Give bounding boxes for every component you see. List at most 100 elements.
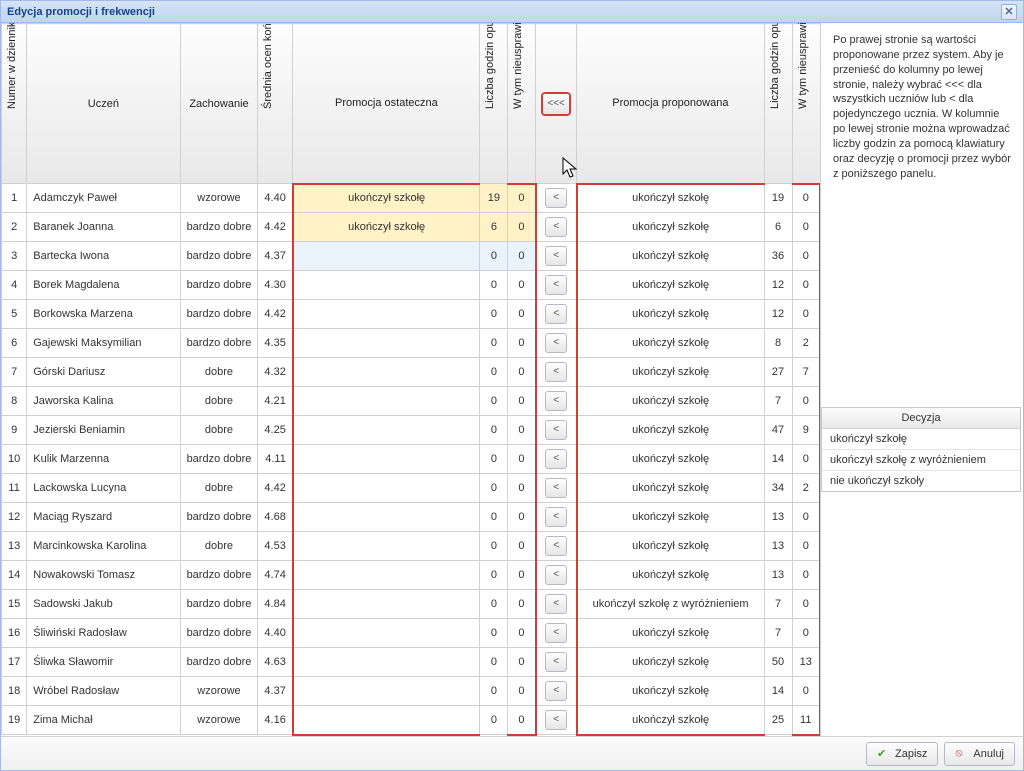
apply-row-button[interactable]: < [545,362,567,382]
apply-row-button[interactable]: < [545,623,567,643]
apply-row-button[interactable]: < [545,420,567,440]
cell-final-wt[interactable]: 0 [508,184,536,213]
apply-row-button[interactable]: < [545,275,567,295]
cell-final-wt[interactable]: 0 [508,677,536,706]
cell-final-decision[interactable] [293,590,480,619]
cell-final-lg[interactable]: 0 [480,706,508,735]
cell-final-decision[interactable]: ukończył szkołę [293,213,480,242]
cell-final-decision[interactable] [293,358,480,387]
table-row[interactable]: 11Lackowska Lucynadobre4.4200<ukończył s… [2,474,821,503]
cell-final-wt[interactable]: 0 [508,532,536,561]
apply-row-button[interactable]: < [545,478,567,498]
table-row[interactable]: 13Marcinkowska Karolinadobre4.5300<ukońc… [2,532,821,561]
cell-final-lg[interactable]: 0 [480,242,508,271]
cell-final-wt[interactable]: 0 [508,271,536,300]
apply-row-button[interactable]: < [545,333,567,353]
cell-final-decision[interactable] [293,271,480,300]
decision-option[interactable]: nie ukończył szkoły [822,471,1020,491]
cell-final-lg[interactable]: 0 [480,416,508,445]
cell-final-wt[interactable]: 0 [508,561,536,590]
cell-final-lg[interactable]: 0 [480,300,508,329]
cell-final-decision[interactable] [293,706,480,735]
cell-final-lg[interactable]: 0 [480,474,508,503]
cell-final-wt[interactable]: 0 [508,503,536,532]
decision-option[interactable]: ukończył szkołę z wyróżnieniem [822,450,1020,471]
table-row[interactable]: 3Bartecka Iwonabardzo dobre4.3700<ukończ… [2,242,821,271]
cell-final-wt[interactable]: 0 [508,706,536,735]
cell-final-decision[interactable] [293,445,480,474]
cell-final-decision[interactable] [293,677,480,706]
apply-row-button[interactable]: < [545,710,567,730]
cell-final-decision[interactable] [293,242,480,271]
apply-row-button[interactable]: < [545,681,567,701]
cell-final-wt[interactable]: 0 [508,648,536,677]
cell-final-lg[interactable]: 0 [480,561,508,590]
table-row[interactable]: 9Jezierski Beniamindobre4.2500<ukończył … [2,416,821,445]
cancel-button[interactable]: ⦸ Anuluj [944,742,1015,766]
apply-row-button[interactable]: < [545,304,567,324]
cell-final-wt[interactable]: 0 [508,445,536,474]
table-row[interactable]: 12Maciąg Ryszardbardzo dobre4.6800<ukońc… [2,503,821,532]
apply-row-button[interactable]: < [545,594,567,614]
cell-final-wt[interactable]: 0 [508,213,536,242]
cell-final-wt[interactable]: 0 [508,474,536,503]
cell-final-decision[interactable] [293,387,480,416]
apply-row-button[interactable]: < [545,246,567,266]
apply-row-button[interactable]: < [545,565,567,585]
table-row[interactable]: 14Nowakowski Tomaszbardzo dobre4.7400<uk… [2,561,821,590]
cell-final-wt[interactable]: 0 [508,358,536,387]
cell-final-decision[interactable] [293,532,480,561]
table-row[interactable]: 7Górski Dariuszdobre4.3200<ukończył szko… [2,358,821,387]
table-row[interactable]: 18Wróbel Radosławwzorowe4.3700<ukończył … [2,677,821,706]
save-button[interactable]: ✔ Zapisz [866,742,938,766]
table-row[interactable]: 8Jaworska Kalinadobre4.2100<ukończył szk… [2,387,821,416]
table-row[interactable]: 5Borkowska Marzenabardzo dobre4.4200<uko… [2,300,821,329]
apply-row-button[interactable]: < [545,507,567,527]
cell-final-lg[interactable]: 0 [480,445,508,474]
cell-final-decision[interactable]: ukończył szkołę [293,184,480,213]
cell-final-wt[interactable]: 0 [508,387,536,416]
table-row[interactable]: 17Śliwka Sławomirbardzo dobre4.6300<ukoń… [2,648,821,677]
cell-final-decision[interactable] [293,619,480,648]
cell-final-decision[interactable] [293,648,480,677]
cell-final-decision[interactable] [293,561,480,590]
cell-final-wt[interactable]: 0 [508,590,536,619]
cell-final-lg[interactable]: 19 [480,184,508,213]
cell-final-wt[interactable]: 0 [508,619,536,648]
cell-final-decision[interactable] [293,300,480,329]
cell-final-lg[interactable]: 0 [480,648,508,677]
cell-final-lg[interactable]: 0 [480,590,508,619]
cell-final-decision[interactable] [293,503,480,532]
cell-final-decision[interactable] [293,329,480,358]
decision-option[interactable]: ukończył szkołę [822,429,1020,450]
close-button[interactable]: ✕ [1001,4,1017,20]
apply-row-button[interactable]: < [545,391,567,411]
cell-final-lg[interactable]: 0 [480,358,508,387]
cell-final-lg[interactable]: 0 [480,271,508,300]
apply-row-button[interactable]: < [545,188,567,208]
table-row[interactable]: 10Kulik Marzennabardzo dobre4.1100<ukońc… [2,445,821,474]
table-row[interactable]: 4Borek Magdalenabardzo dobre4.3000<ukońc… [2,271,821,300]
cell-final-lg[interactable]: 0 [480,503,508,532]
apply-row-button[interactable]: < [545,536,567,556]
table-row[interactable]: 16Śliwiński Radosławbardzo dobre4.4000<u… [2,619,821,648]
cell-final-decision[interactable] [293,416,480,445]
cell-final-lg[interactable]: 0 [480,532,508,561]
cell-final-lg[interactable]: 6 [480,213,508,242]
apply-all-button[interactable]: <<< [542,93,570,115]
cell-final-decision[interactable] [293,474,480,503]
cell-final-wt[interactable]: 0 [508,416,536,445]
cell-final-wt[interactable]: 0 [508,329,536,358]
cell-final-wt[interactable]: 0 [508,300,536,329]
table-row[interactable]: 6Gajewski Maksymilianbardzo dobre4.3500<… [2,329,821,358]
apply-row-button[interactable]: < [545,652,567,672]
apply-row-button[interactable]: < [545,449,567,469]
cell-final-lg[interactable]: 0 [480,329,508,358]
table-row[interactable]: 19Zima Michałwzorowe4.1600<ukończył szko… [2,706,821,735]
table-container[interactable]: Numer w dzienniku Uczeń Zachowanie Średn… [1,23,821,736]
cell-final-lg[interactable]: 0 [480,387,508,416]
table-row[interactable]: 15Sadowski Jakubbardzo dobre4.8400<ukońc… [2,590,821,619]
cell-final-wt[interactable]: 0 [508,242,536,271]
table-row[interactable]: 2Baranek Joannabardzo dobre4.42ukończył … [2,213,821,242]
cell-final-lg[interactable]: 0 [480,677,508,706]
